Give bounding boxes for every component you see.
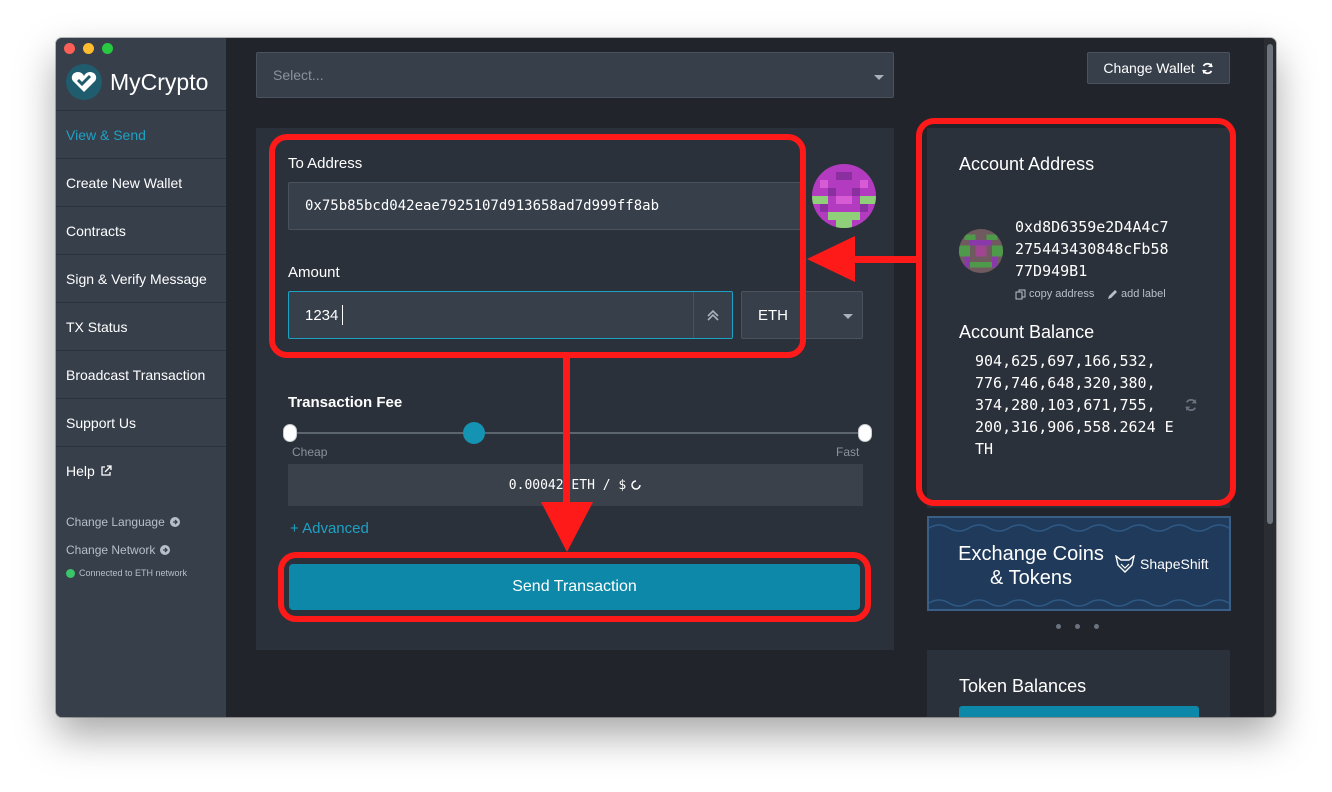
network-status: Connected to ETH network	[66, 568, 187, 578]
promo-headline: Exchange Coins & Tokens	[951, 542, 1111, 590]
carousel-dot[interactable]	[1056, 624, 1061, 629]
promo-line-1: Exchange Coins	[958, 543, 1104, 565]
fee-slider-track[interactable]	[290, 432, 865, 434]
sidebar-item-label: Sign & Verify Message	[66, 270, 207, 287]
recipient-identicon-icon	[812, 164, 876, 228]
change-wallet-button[interactable]: Change Wallet	[1087, 52, 1230, 84]
sidebar-item-create-wallet[interactable]: Create New Wallet	[56, 158, 226, 206]
network-status-text: Connected to ETH network	[79, 568, 188, 578]
wallet-select-placeholder: Select...	[273, 67, 324, 83]
sidebar-item-help[interactable]: Help	[56, 446, 226, 494]
fee-estimate: 0.00042 ETH / $	[288, 464, 863, 506]
annotation-arrow-shaft	[852, 256, 918, 263]
refresh-icon	[1201, 62, 1213, 74]
scrollbar-thumb[interactable]	[1267, 44, 1273, 524]
sidebar-item-label: Create New Wallet	[66, 174, 183, 191]
sidebar-item-view-send[interactable]: View & Send	[56, 110, 226, 158]
status-dot-icon	[66, 568, 75, 578]
zoom-window-button[interactable]	[102, 43, 113, 54]
annotation-box-send-form	[269, 134, 806, 358]
sidebar-item-support[interactable]: Support Us	[56, 398, 226, 446]
fox-icon	[1115, 555, 1135, 573]
fee-slider-max-handle	[858, 424, 872, 442]
app-logo[interactable]: MyCrypto	[66, 64, 208, 100]
sidebar-nav: View & Send Create New Wallet Contracts …	[56, 110, 226, 494]
arrow-circle-right-icon	[160, 545, 171, 555]
sidebar-item-label: View & Send	[66, 126, 146, 143]
sidebar-item-label: Broadcast Transaction	[66, 366, 206, 383]
wallet-select[interactable]: Select...	[256, 52, 894, 98]
transaction-fee-label: Transaction Fee	[288, 394, 403, 411]
change-network-link[interactable]: Change Network	[66, 536, 187, 564]
chevron-down-icon	[843, 314, 853, 319]
annotation-arrow-left-icon	[807, 236, 855, 282]
sidebar-item-label: Help	[66, 462, 95, 479]
change-wallet-label: Change Wallet	[1103, 60, 1195, 76]
fee-slider-min-handle	[283, 424, 297, 442]
arrow-circle-right-icon	[169, 517, 180, 527]
sidebar-item-tx-status[interactable]: TX Status	[56, 302, 226, 350]
sidebar-item-label: Contracts	[66, 222, 126, 239]
annotation-arrow-down-icon	[541, 502, 593, 552]
carousel-dot[interactable]	[1094, 624, 1099, 629]
sidebar: MyCrypto View & Send Create New Wallet C…	[56, 38, 226, 717]
external-link-icon	[101, 464, 112, 476]
close-window-button[interactable]	[64, 43, 75, 54]
sidebar-item-contracts[interactable]: Contracts	[56, 206, 226, 254]
sidebar-footer: Change Language Change Network Connected…	[66, 508, 187, 578]
shapeshift-brand-label: ShapeShift	[1140, 556, 1209, 572]
app-name: MyCrypto	[110, 68, 209, 95]
fee-cheap-label: Cheap	[292, 445, 328, 459]
annotation-box-account	[916, 118, 1236, 506]
sidebar-item-label: TX Status	[66, 318, 128, 335]
advanced-toggle[interactable]: + Advanced	[290, 520, 369, 537]
token-balances-card: Token Balances	[927, 650, 1230, 717]
sidebar-item-broadcast[interactable]: Broadcast Transaction	[56, 350, 226, 398]
fee-slider-thumb[interactable]	[463, 422, 485, 444]
annotation-box-send-button	[278, 552, 871, 622]
carousel-dot[interactable]	[1075, 624, 1080, 629]
minimize-window-button[interactable]	[83, 43, 94, 54]
shapeshift-promo[interactable]: Exchange Coins & Tokens ShapeShift	[927, 516, 1231, 611]
change-language-link[interactable]: Change Language	[66, 508, 187, 536]
sidebar-item-label: Support Us	[66, 414, 137, 431]
promo-line-2: & Tokens	[990, 567, 1072, 589]
token-balances-title: Token Balances	[959, 676, 1087, 696]
sidebar-item-sign-verify[interactable]: Sign & Verify Message	[56, 254, 226, 302]
loading-spinner-icon	[631, 480, 641, 490]
annotation-arrow-shaft	[563, 356, 570, 508]
chevron-down-icon	[874, 75, 884, 80]
mycrypto-logo-icon	[66, 64, 102, 100]
scrollbar[interactable]	[1264, 38, 1276, 717]
carousel-dots	[1056, 624, 1099, 629]
change-network-label: Change Network	[66, 543, 156, 557]
change-language-label: Change Language	[66, 515, 165, 529]
shapeshift-brand: ShapeShift	[1115, 555, 1209, 573]
window-controls	[64, 43, 113, 54]
fee-fast-label: Fast	[836, 445, 860, 459]
token-balances-button[interactable]	[959, 706, 1199, 717]
